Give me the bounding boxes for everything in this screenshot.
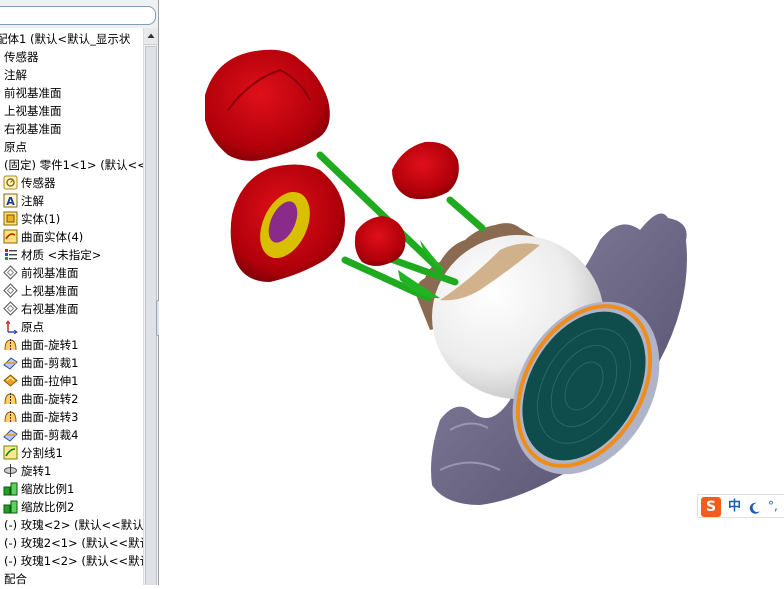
tree-item-label: 曲面-剪裁1 [21, 356, 79, 370]
tree-item-label: 分割线1 [21, 446, 63, 460]
revolve-boss-icon [3, 463, 18, 478]
tree-item-label: 上视基准面 [4, 104, 62, 118]
tree-item-scale2[interactable]: 缩放比例2 [3, 498, 74, 516]
tree-item-label: (固定) 零件1<1> (默认<< [4, 158, 143, 172]
tree-item-label: 上视基准面 [21, 284, 79, 298]
tree-item-surface-trim4[interactable]: 曲面-剪裁4 [3, 426, 78, 444]
tree-item-sensors-top[interactable]: 传感器 [4, 48, 39, 66]
tree-item-label: 曲面-剪裁4 [21, 428, 79, 442]
ime-toolbar[interactable]: S 中 °, [697, 494, 784, 518]
tree-item-label: (-) 玫瑰1<2> (默认<<默认 [4, 554, 143, 568]
tree-item-front-plane-top[interactable]: 前视基准面 [4, 84, 62, 102]
tree-item-top-plane[interactable]: 上视基准面 [3, 282, 79, 300]
tree-item-rose1-2[interactable]: (-) 玫瑰1<2> (默认<<默认 [4, 552, 143, 570]
tree-item-material[interactable]: 材质 <未指定> [3, 246, 101, 264]
tree-item-label: 曲面-旋转3 [21, 410, 79, 424]
tree-item-label: 注解 [4, 68, 27, 82]
plane-icon [3, 265, 18, 280]
tree-item-sensors[interactable]: 传感器 [3, 174, 56, 192]
tree-item-label: 右视基准面 [21, 302, 79, 316]
tree-item-label: 缩放比例2 [21, 500, 75, 514]
tree-item-label: 曲面-旋转2 [21, 392, 79, 406]
tree-item-top-plane-top[interactable]: 上视基准面 [4, 102, 62, 120]
scale-icon [3, 499, 18, 514]
tree-item-right-plane-top[interactable]: 右视基准面 [4, 120, 62, 138]
tree-item-front-plane[interactable]: 前视基准面 [3, 264, 79, 282]
annotation-icon: A [3, 193, 18, 208]
tree-item-annotations-top[interactable]: 注解 [4, 66, 27, 84]
trim-icon [3, 427, 18, 442]
tree-item-split-line1[interactable]: 分割线1 [3, 444, 63, 462]
revolve-icon [3, 391, 18, 406]
tree-item-scale1[interactable]: 缩放比例1 [3, 480, 74, 498]
solid-body-icon [3, 211, 18, 226]
tree-item-origin[interactable]: 原点 [3, 318, 44, 336]
tree-root[interactable]: 配体1 (默认<默认_显示状 [0, 30, 130, 48]
split-line-icon [3, 445, 18, 460]
tree-item-label: 配合 [4, 572, 27, 585]
tree-root-label: 配体1 (默认<默认_显示状 [0, 32, 131, 46]
rose-bud [392, 141, 459, 200]
tree-item-part1[interactable]: (固定) 零件1<1> (默认<< [4, 156, 143, 174]
scale-icon [3, 481, 18, 496]
tree-item-label: 前视基准面 [4, 86, 62, 100]
tree-item-label: (-) 玫瑰2<1> (默认<<默认 [4, 536, 143, 550]
tree-item-label: 原点 [4, 140, 27, 154]
extrude-icon [3, 373, 18, 388]
tree-item-surface-revolve1[interactable]: 曲面-旋转1 [3, 336, 78, 354]
tree-item-revolve1[interactable]: 旋转1 [3, 462, 51, 480]
ime-logo-icon[interactable]: S [701, 497, 721, 517]
plane-icon [3, 283, 18, 298]
tree-item-surface-revolve2[interactable]: 曲面-旋转2 [3, 390, 78, 408]
feature-tree: 配体1 (默认<默认_显示状 传感器 注解 前视基准面 上视基准面 右视基准面 … [0, 28, 143, 585]
plane-icon [3, 301, 18, 316]
tree-item-label: 旋转1 [21, 464, 52, 478]
filter-input[interactable] [0, 6, 156, 25]
tree-item-surface-extrude1[interactable]: 曲面-拉伸1 [3, 372, 78, 390]
tree-item-surface-bodies[interactable]: 曲面实体(4) [3, 228, 83, 246]
tree-item-label: (-) 玫瑰<2> (默认<<默认 [4, 518, 143, 532]
ime-language-toggle[interactable]: 中 [728, 497, 741, 517]
feature-manager-panel: 配体1 (默认<默认_显示状 传感器 注解 前视基准面 上视基准面 右视基准面 … [0, 0, 159, 585]
tree-item-label: 传感器 [4, 50, 39, 64]
sensor-icon [3, 175, 18, 190]
tree-item-label: 原点 [21, 320, 44, 334]
tree-item-annotations[interactable]: A 注解 [3, 192, 44, 210]
svg-text:A: A [6, 195, 15, 208]
rose-top [205, 49, 330, 161]
tree-item-origin-top[interactable]: 原点 [4, 138, 27, 156]
tree-item-rose2-1[interactable]: (-) 玫瑰2<1> (默认<<默认 [4, 534, 143, 552]
tree-item-surface-trim1[interactable]: 曲面-剪裁1 [3, 354, 78, 372]
filter-bar [0, 0, 158, 28]
revolve-icon [3, 337, 18, 352]
tree-item-label: 前视基准面 [21, 266, 79, 280]
tree-item-label: 曲面实体(4) [21, 230, 84, 244]
tree-item-label: 传感器 [21, 176, 56, 190]
tree-item-right-plane[interactable]: 右视基准面 [3, 300, 79, 318]
scroll-up-button[interactable] [144, 28, 158, 45]
vase-roses-model [205, 49, 687, 506]
tree-item-label: 缩放比例1 [21, 482, 75, 496]
revolve-icon [3, 409, 18, 424]
tree-item-label: 材质 <未指定> [21, 248, 102, 262]
ime-punctuation-toggle[interactable]: °, [768, 497, 778, 515]
tree-item-label: 右视基准面 [4, 122, 62, 136]
tree-item-rose-2[interactable]: (-) 玫瑰<2> (默认<<默认 [4, 516, 143, 534]
origin-icon [3, 319, 18, 334]
trim-icon [3, 355, 18, 370]
tree-item-solid-bodies[interactable]: 实体(1) [3, 210, 60, 228]
tree-item-label: 曲面-拉伸1 [21, 374, 79, 388]
tree-item-label: 实体(1) [21, 212, 61, 226]
moon-icon[interactable] [748, 500, 762, 514]
material-icon [3, 247, 18, 262]
tree-item-mates[interactable]: 配合 [4, 570, 27, 585]
graphics-viewport[interactable] [159, 0, 784, 585]
tree-item-label: 注解 [21, 194, 44, 208]
surface-body-icon [3, 229, 18, 244]
tree-item-surface-revolve3[interactable]: 曲面-旋转3 [3, 408, 78, 426]
tree-item-label: 曲面-旋转1 [21, 338, 79, 352]
